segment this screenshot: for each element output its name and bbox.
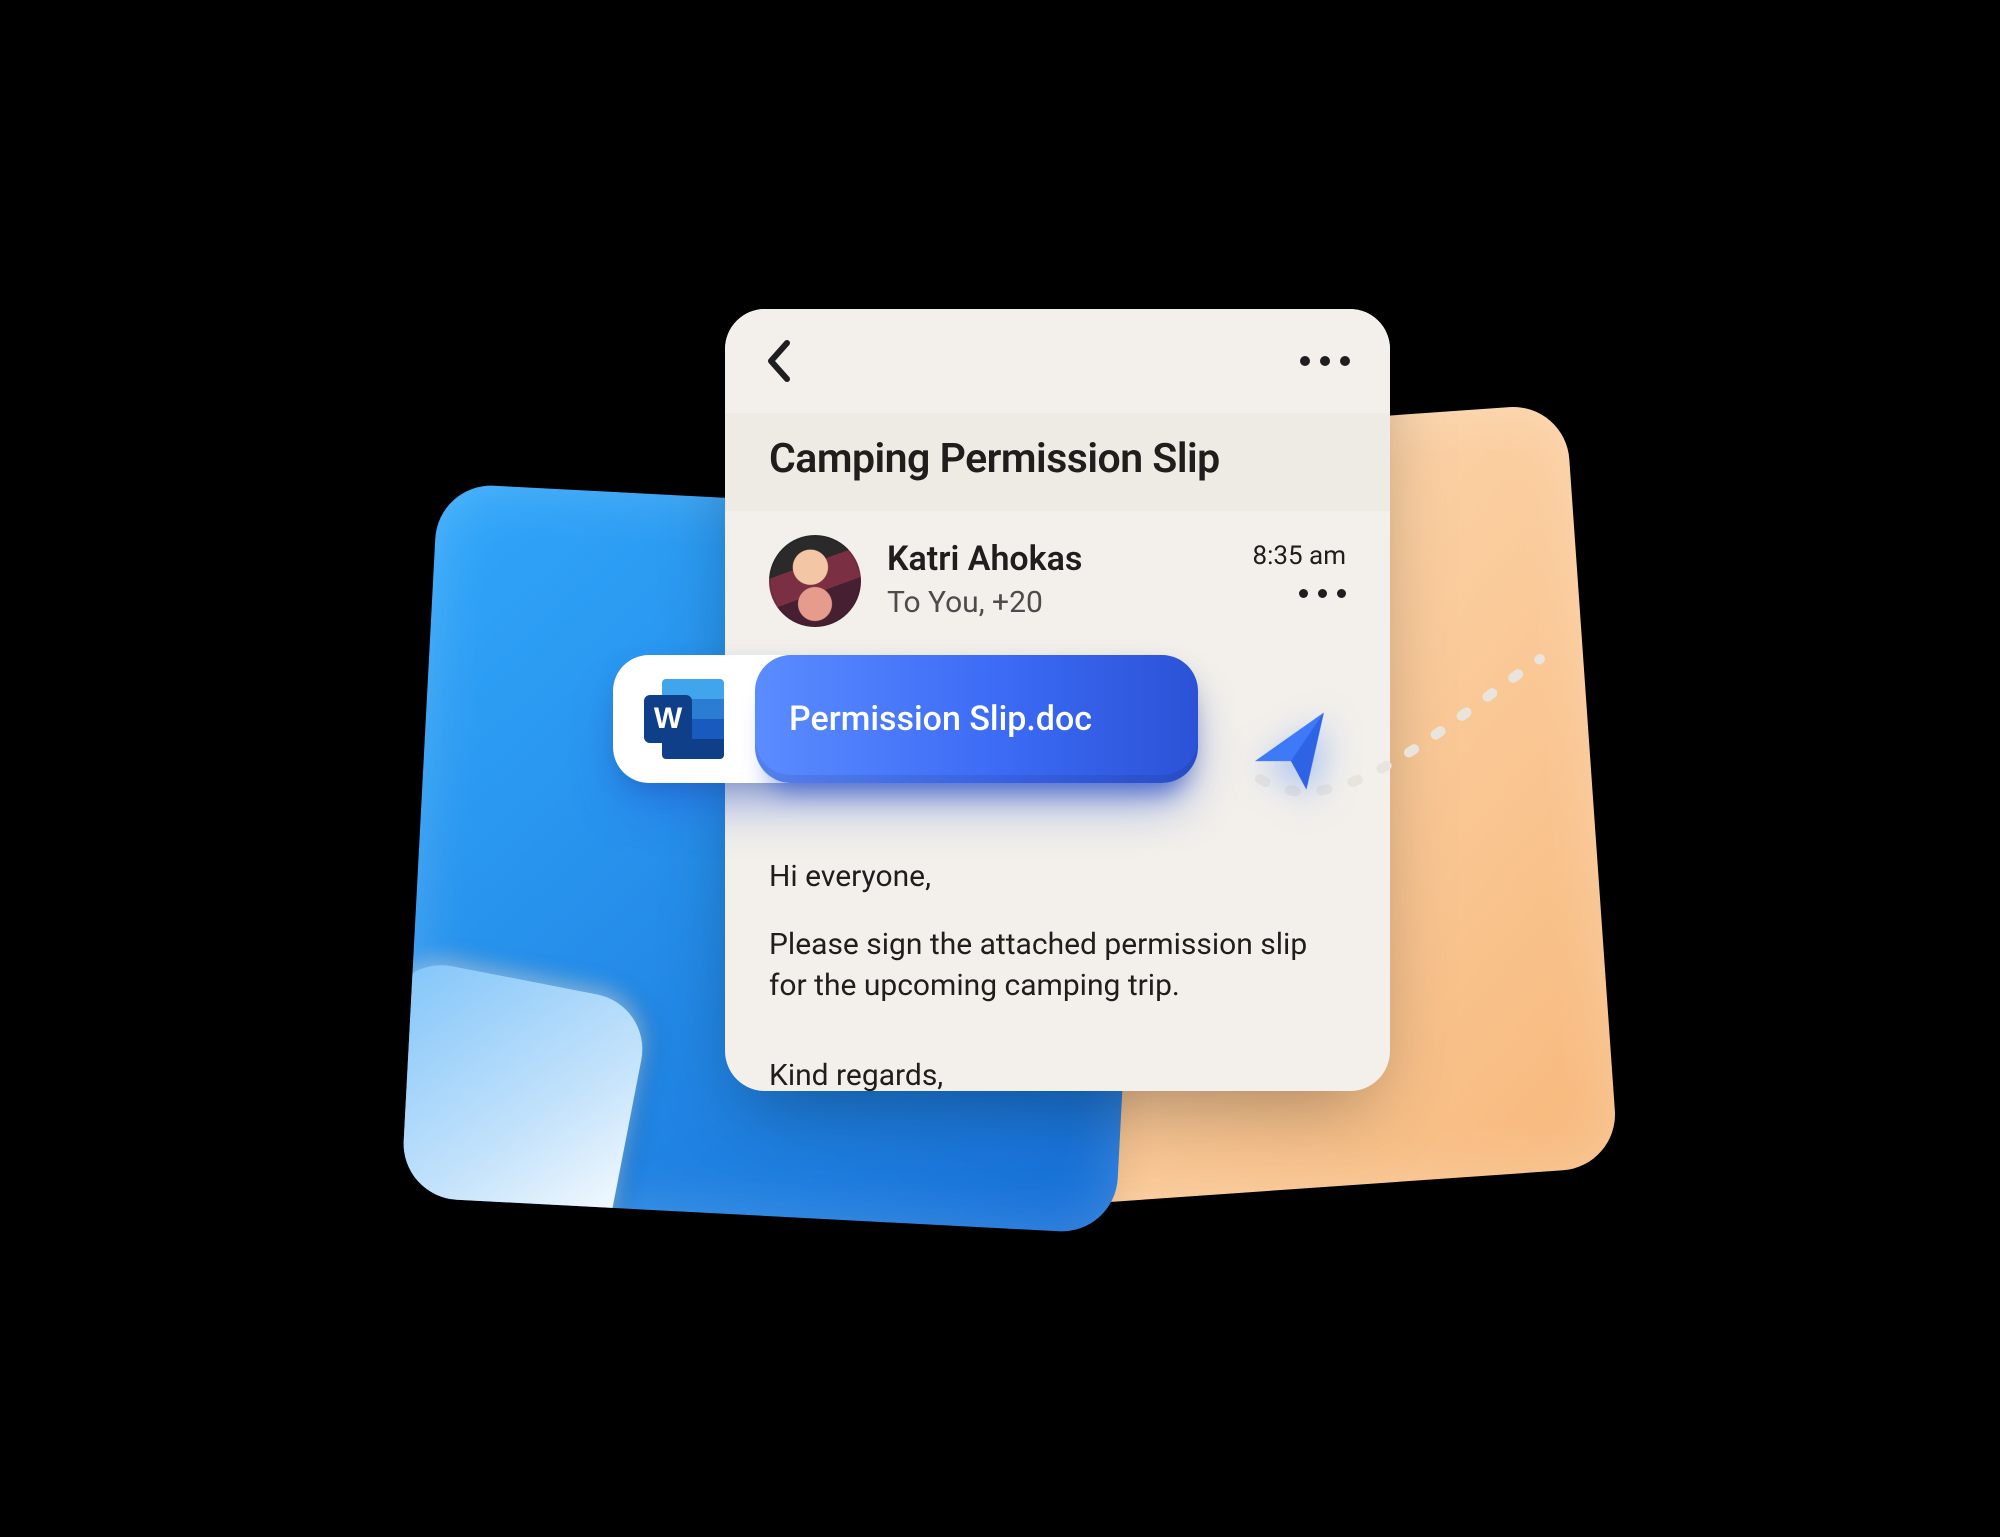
more-actions-button[interactable] xyxy=(1300,356,1350,366)
attachment-app-icon-wrap: W xyxy=(613,655,755,783)
email-header: Katri Ahokas To You, +20 8:35 am xyxy=(725,511,1390,637)
attachment-chip[interactable]: W Permission Slip.doc xyxy=(613,655,1198,783)
attachment-filename: Permission Slip.doc xyxy=(755,655,1198,783)
message-more-button[interactable] xyxy=(1299,589,1346,598)
recipients-line[interactable]: To You, +20 xyxy=(887,585,1226,620)
note-page-curl xyxy=(401,955,652,1234)
sender-avatar[interactable] xyxy=(769,535,861,627)
body-signoff: Kind regards, xyxy=(769,1056,1346,1091)
back-button[interactable] xyxy=(765,339,793,383)
body-main: Please sign the attached permission slip… xyxy=(769,925,1346,1006)
email-body: Hi everyone, Please sign the attached pe… xyxy=(725,857,1390,1091)
email-toolbar xyxy=(725,309,1390,413)
email-subject: Camping Permission Slip xyxy=(725,413,1390,511)
send-button[interactable] xyxy=(1238,698,1347,807)
paper-plane-icon xyxy=(1238,698,1347,807)
word-document-icon: W xyxy=(644,679,724,759)
word-badge-letter: W xyxy=(644,695,692,743)
sender-name: Katri Ahokas xyxy=(887,539,1226,579)
body-greeting: Hi everyone, xyxy=(769,857,1346,898)
email-time: 8:35 am xyxy=(1252,541,1346,571)
chevron-left-icon xyxy=(765,339,793,383)
